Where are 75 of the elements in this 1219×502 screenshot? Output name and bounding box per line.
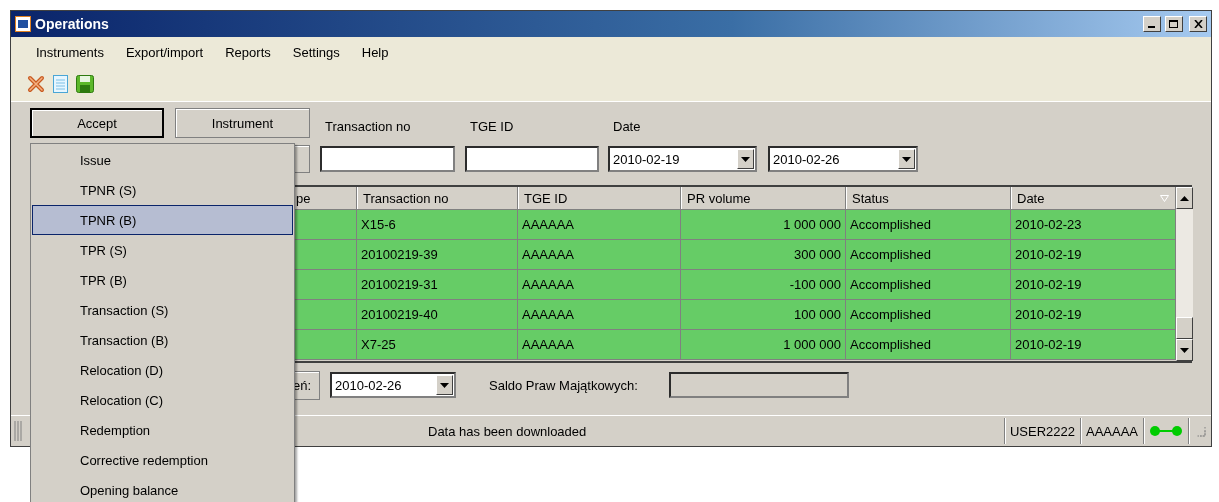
menu-item[interactable]: Help [350, 44, 400, 60]
save-icon[interactable] [76, 75, 94, 93]
accept-button[interactable]: Accept [30, 108, 164, 138]
table-cell: Accomplished [846, 240, 1011, 270]
column-header[interactable]: Status [846, 187, 1011, 210]
table-cell: X15-6 [357, 210, 518, 240]
user-panel: USER2222 [1003, 418, 1080, 444]
scroll-up-icon[interactable] [1180, 195, 1189, 201]
grip-icon [13, 419, 23, 443]
menu-item[interactable]: Reports [214, 44, 282, 60]
column-header[interactable]: PR volume [681, 187, 846, 210]
field-label: Transaction no [325, 119, 412, 136]
table-cell: 20100219-39 [357, 240, 518, 270]
saldo-label: Saldo Praw Majątkowych: [489, 377, 639, 393]
id-panel: AAAAAA [1079, 418, 1143, 444]
transaction-no-field[interactable] [320, 146, 455, 172]
table-cell: 300 000 [681, 240, 846, 270]
date-to-dropdown[interactable]: 2010-02-26 [768, 146, 918, 172]
instrument-button[interactable]: Instrument [175, 108, 310, 138]
menu-item[interactable]: Export/import [114, 44, 215, 60]
column-header[interactable]: Date [1011, 187, 1176, 210]
table-cell: AAAAAA [518, 330, 681, 360]
menu-option[interactable]: TPR (S) [32, 235, 293, 265]
menu-option[interactable]: Redemption [32, 415, 293, 445]
scroll-down-icon[interactable] [1180, 347, 1189, 353]
menu-option[interactable]: TPR (B) [32, 265, 293, 295]
menu-option[interactable]: Corrective redemption [32, 445, 293, 475]
field-label: TGE ID [470, 119, 515, 136]
table-cell: 1 000 000 [681, 330, 846, 360]
status-message: Data has been downloaded [428, 423, 587, 439]
menu-option[interactable]: Transaction (S) [32, 295, 293, 325]
maximize-icon [1169, 19, 1179, 29]
table-cell: 2010-02-19 [1011, 330, 1176, 360]
maximize-button[interactable] [1165, 16, 1183, 32]
scroll-thumb[interactable] [1176, 317, 1193, 339]
menu-option[interactable]: TPNR (S) [32, 175, 293, 205]
vertical-scrollbar[interactable] [1176, 187, 1193, 361]
table-cell: 20100219-31 [357, 270, 518, 300]
table-cell: AAAAAA [518, 300, 681, 330]
column-header[interactable]: TGE ID [518, 187, 681, 210]
column-header[interactable]: Transaction no [357, 187, 518, 210]
close-button[interactable] [1189, 16, 1207, 32]
table-cell: 100 000 [681, 300, 846, 330]
table-cell: -100 000 [681, 270, 846, 300]
table-cell: 1 000 000 [681, 210, 846, 240]
date-from-dropdown[interactable]: 2010-02-19 [608, 146, 757, 172]
table-cell: X7-25 [357, 330, 518, 360]
app-icon [15, 16, 31, 32]
date-dropdown[interactable]: 2010-02-26 [330, 372, 456, 398]
field-label: Date [613, 119, 642, 136]
menu-item[interactable]: Instruments [25, 44, 115, 60]
table-cell: 2010-02-23 [1011, 210, 1176, 240]
table-cell: AAAAAA [518, 270, 681, 300]
table-cell: 2010-02-19 [1011, 270, 1176, 300]
minimize-button[interactable] [1143, 16, 1161, 32]
tge-id-field[interactable] [465, 146, 599, 172]
table-cell: 2010-02-19 [1011, 300, 1176, 330]
table-cell: Accomplished [846, 330, 1011, 360]
menu-option[interactable]: Issue [32, 145, 293, 175]
close-icon [1193, 20, 1203, 28]
table-cell: Accomplished [846, 210, 1011, 240]
table-cell: 20100219-40 [357, 300, 518, 330]
table-cell: 2010-02-19 [1011, 240, 1176, 270]
menu-option[interactable]: TPNR (B) [32, 205, 293, 235]
table-cell: AAAAAA [518, 240, 681, 270]
menu-option[interactable]: Relocation (C) [32, 385, 293, 415]
delete-icon[interactable] [27, 75, 45, 93]
menu-option[interactable]: Relocation (D) [32, 355, 293, 385]
menu-option[interactable]: Opening balance [32, 475, 293, 502]
menu-option[interactable]: Transaction (B) [32, 325, 293, 355]
table-cell: Accomplished [846, 300, 1011, 330]
menu-item[interactable]: Settings [281, 44, 351, 60]
table-cell: Accomplished [846, 270, 1011, 300]
table-cell: AAAAAA [518, 210, 681, 240]
window-title: Operations [35, 16, 110, 32]
